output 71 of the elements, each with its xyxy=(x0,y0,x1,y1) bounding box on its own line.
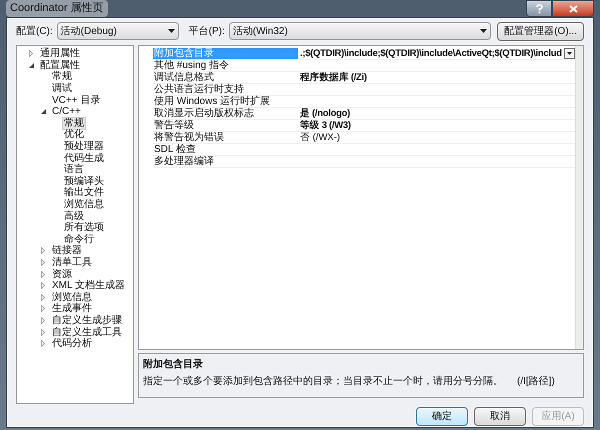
property-name[interactable]: 公共语言运行时支持 xyxy=(153,84,298,95)
tree-item[interactable]: 自定义生成工具 xyxy=(50,326,124,339)
tree-item[interactable]: 浏览信息 xyxy=(50,290,94,304)
collapsed-arrow-icon[interactable] xyxy=(41,305,45,312)
collapsed-arrow-icon[interactable] xyxy=(41,270,45,278)
tree-item[interactable]: 代码生成 xyxy=(62,152,106,165)
property-name[interactable]: 警告等级 xyxy=(153,120,298,131)
config-manager-button[interactable]: 配置管理器(O)... xyxy=(497,22,584,40)
tree-item[interactable]: 清单工具 xyxy=(50,256,94,269)
property-value: 否 (/WX-) xyxy=(300,132,340,144)
property-value: 程序数据库 (/Zi) xyxy=(300,72,367,84)
tree-item[interactable]: 优化 xyxy=(62,128,86,142)
help-icon xyxy=(536,4,542,14)
property-name[interactable]: 调试信息格式 xyxy=(153,72,298,83)
dialog-button[interactable]: 确定 xyxy=(416,407,468,426)
collapsed-arrow-icon[interactable] xyxy=(41,316,45,324)
property-name[interactable]: 取消显示启动版权标志 xyxy=(153,108,298,119)
tree-item[interactable]: 浏览信息 xyxy=(62,198,106,212)
tree-item[interactable]: 语言 xyxy=(62,163,86,176)
tree-item[interactable]: XML 文档生成器 xyxy=(50,279,127,292)
tree-item[interactable]: 生成事件 xyxy=(50,302,94,316)
tree-item[interactable]: 预编译头 xyxy=(62,174,106,188)
tree-item[interactable]: 配置属性 xyxy=(38,58,82,72)
close-button[interactable] xyxy=(552,0,594,17)
description-title: 附加包含目录 xyxy=(143,358,204,372)
tree-item[interactable]: 常规 xyxy=(62,116,86,130)
tree-item[interactable]: VC++ 目录 xyxy=(50,94,102,107)
collapsed-arrow-icon[interactable] xyxy=(41,294,45,301)
tree-item[interactable]: 所有选项 xyxy=(62,221,106,234)
tree-item[interactable]: 命令行 xyxy=(62,232,96,246)
caret-icon xyxy=(480,29,487,33)
tree-item[interactable]: 常规 xyxy=(50,70,74,84)
tree-item[interactable]: 资源 xyxy=(50,268,74,281)
caret-icon xyxy=(168,29,175,33)
platform-label: 平台(P): xyxy=(188,24,225,38)
config-dropdown[interactable]: 活动(Debug) xyxy=(56,22,179,40)
property-name[interactable]: 其他 #using 指令 xyxy=(153,60,298,71)
tree-item[interactable]: 代码分析 xyxy=(50,337,94,350)
tree-item[interactable]: 调试 xyxy=(50,82,74,96)
property-name[interactable]: 多处理器编译 xyxy=(153,156,298,167)
window-title: Coordinator 属性页 xyxy=(6,0,108,17)
dialog-button[interactable]: 取消 xyxy=(474,407,526,426)
collapsed-arrow-icon[interactable] xyxy=(41,282,45,290)
description-text: 指定一个或多个要添加到包含路径中的目录；当目录不止一个时，请用分号分隔。 xyxy=(143,374,503,389)
property-value: .;$(QTDIR)\include;$(QTDIR)\include\ActiveQt;$(QTDIR)\includ xyxy=(300,48,562,60)
expanded-arrow-icon[interactable] xyxy=(41,109,46,114)
property-value: 是 (/nologo) xyxy=(300,108,350,120)
tree-item[interactable]: 高级 xyxy=(62,210,86,223)
property-value: 等级 3 (/W3) xyxy=(300,120,351,132)
caret-icon xyxy=(567,52,572,55)
tree-item[interactable]: 通用属性 xyxy=(38,47,82,60)
property-name[interactable]: SDL 检查 xyxy=(153,144,298,155)
tree-item[interactable]: 自定义生成步骤 xyxy=(50,314,124,327)
switch-text: (/I[路径]) xyxy=(517,375,555,389)
close-icon xyxy=(568,4,578,12)
collapsed-arrow-icon[interactable] xyxy=(41,247,45,254)
config-label: 配置(C): xyxy=(16,24,53,38)
tree-item[interactable]: 预处理器 xyxy=(62,140,106,154)
tree-item[interactable]: 输出文件 xyxy=(62,186,106,200)
tree-item[interactable]: C/C++ xyxy=(50,105,83,118)
dropdown-button[interactable] xyxy=(564,48,575,59)
collapsed-arrow-icon[interactable] xyxy=(41,328,45,336)
collapsed-arrow-icon[interactable] xyxy=(41,258,45,266)
help-button[interactable] xyxy=(526,0,552,17)
tree-item[interactable]: 链接器 xyxy=(50,244,84,258)
property-name[interactable]: 将警告视为错误 xyxy=(153,132,298,143)
collapsed-arrow-icon[interactable] xyxy=(29,50,33,58)
expanded-arrow-icon[interactable] xyxy=(29,62,34,68)
platform-dropdown[interactable]: 活动(Win32) xyxy=(228,22,491,40)
collapsed-arrow-icon[interactable] xyxy=(41,340,45,348)
property-name[interactable]: 使用 Windows 运行时扩展 xyxy=(153,96,298,107)
